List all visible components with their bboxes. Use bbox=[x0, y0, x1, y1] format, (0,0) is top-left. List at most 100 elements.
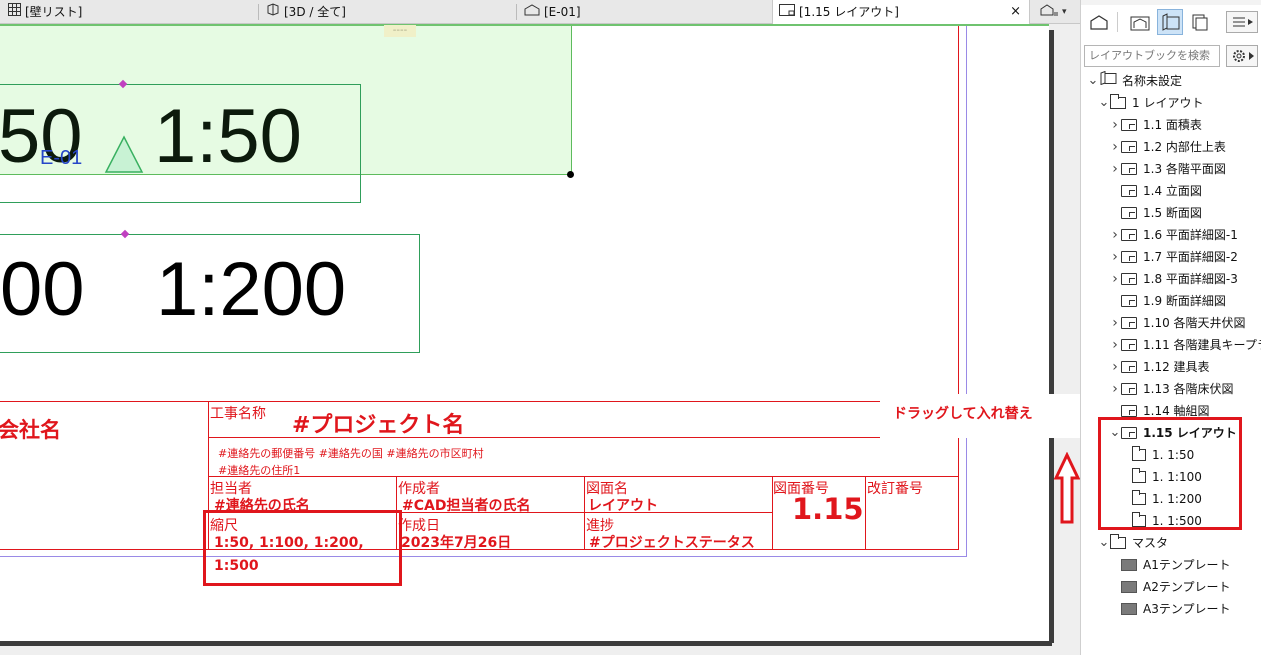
tab-label: [3D / 全て] bbox=[284, 5, 346, 19]
tree-item[interactable]: › 1.1 面積表 bbox=[1109, 114, 1202, 136]
progress-value: #プロジェクトステータス bbox=[589, 535, 755, 551]
tree-item-label: 1.9 断面詳細図 bbox=[1143, 294, 1226, 308]
layout-page-icon bbox=[1121, 141, 1137, 153]
tab-elevation[interactable]: [E-01] bbox=[518, 0, 773, 24]
drag-instruction-text: ドラッグして入れ替え bbox=[893, 406, 1033, 422]
chevron-down-icon[interactable]: ⌄ bbox=[1098, 96, 1110, 110]
elevation-icon bbox=[1040, 0, 1058, 24]
tree-item[interactable]: A1テンプレート bbox=[1109, 554, 1230, 576]
up-arrow-icon bbox=[1054, 452, 1080, 524]
title-block-line bbox=[865, 476, 866, 550]
chevron-right-icon[interactable]: › bbox=[1109, 334, 1121, 356]
chevron-right-icon[interactable]: › bbox=[1109, 356, 1121, 378]
layout-book-icon bbox=[1099, 70, 1117, 92]
print-area-line bbox=[966, 26, 967, 556]
chevron-right-icon[interactable]: › bbox=[1109, 224, 1121, 246]
tree-item[interactable]: › 1.11 各階建具キープラ bbox=[1109, 334, 1261, 356]
master-layout-icon bbox=[1121, 581, 1137, 593]
layout-page-icon bbox=[1121, 185, 1137, 197]
folder-icon bbox=[1110, 534, 1126, 549]
layout-icon bbox=[779, 0, 795, 24]
gear-icon bbox=[1232, 50, 1245, 62]
tree-item[interactable]: ⌄ 名称未設定 bbox=[1087, 70, 1182, 92]
search-input[interactable]: レイアウトブックを検索 bbox=[1084, 45, 1220, 67]
tree-item[interactable]: › 1.2 内部仕上表 bbox=[1109, 136, 1226, 158]
tree-item[interactable]: 1.4 立面図 bbox=[1109, 180, 1202, 202]
tree-item[interactable]: › 1.6 平面詳細図-1 bbox=[1109, 224, 1238, 246]
view-map-icon[interactable] bbox=[1127, 9, 1153, 35]
work-name-label: 工事名称 bbox=[210, 406, 266, 422]
address-line-1: #連絡先の郵便番号 #連絡先の国 #連絡先の市区町村 bbox=[218, 447, 484, 460]
chevron-down-icon[interactable]: ⌄ bbox=[1087, 74, 1099, 88]
tab-3d[interactable]: [3D / 全て] bbox=[260, 0, 515, 24]
drawing-name-value: レイアウト bbox=[588, 498, 658, 514]
close-icon[interactable]: × bbox=[1010, 0, 1021, 24]
tree-item-label: 1.3 各階平面図 bbox=[1143, 162, 1226, 176]
layout-page-icon bbox=[1121, 405, 1137, 417]
search-settings-button[interactable] bbox=[1226, 45, 1258, 67]
tree-item-label: A2テンプレート bbox=[1143, 580, 1231, 594]
tab-wall-list[interactable]: [壁リスト] bbox=[2, 0, 257, 24]
layout-page-icon bbox=[1121, 119, 1137, 131]
publisher-sets-icon[interactable] bbox=[1187, 9, 1213, 35]
author-value: #CAD担当者の氏名 bbox=[402, 498, 531, 514]
selection-handle[interactable] bbox=[567, 171, 574, 178]
chevron-down-icon[interactable]: ⌄ bbox=[1098, 536, 1110, 550]
tab-label: [1.15 レイアウト] bbox=[799, 5, 899, 19]
panel-menu-button[interactable] bbox=[1226, 11, 1258, 33]
tab-overflow[interactable]: ▾ bbox=[1034, 0, 1080, 24]
tree-item-label: 1.7 平面詳細図-2 bbox=[1143, 250, 1238, 264]
tree-item[interactable]: › 1.3 各階平面図 bbox=[1109, 158, 1226, 180]
scale-text-left: 00 bbox=[0, 247, 85, 332]
layout-page-icon bbox=[1121, 163, 1137, 175]
layout-page-icon bbox=[1121, 339, 1137, 351]
view-tab-bar: [壁リスト] [3D / 全て] [E-01] [1.15 レイアウト] × ▾ bbox=[0, 0, 1080, 24]
tree-item-label: マスタ bbox=[1132, 536, 1169, 550]
layout-page-icon bbox=[1121, 273, 1137, 285]
chevron-right-icon[interactable]: › bbox=[1109, 312, 1121, 334]
cube-icon bbox=[266, 0, 280, 24]
layout-page-icon bbox=[1121, 251, 1137, 263]
sheet-margin-line bbox=[958, 26, 959, 550]
tree-item[interactable]: › 1.8 平面詳細図-3 bbox=[1109, 268, 1238, 290]
tab-label: [壁リスト] bbox=[25, 5, 83, 19]
tab-layout-active[interactable]: [1.15 レイアウト] × bbox=[772, 0, 1030, 24]
elevation-triangle-icon[interactable] bbox=[104, 134, 144, 174]
tab-divider bbox=[516, 4, 517, 20]
archicad-window: [壁リスト] [3D / 全て] [E-01] [1.15 レイアウト] × ▾ bbox=[0, 0, 1261, 655]
tree-item[interactable]: › 1.12 建具表 bbox=[1109, 356, 1210, 378]
tree-item-label: 1.12 建具表 bbox=[1143, 360, 1210, 374]
chevron-right-icon[interactable]: › bbox=[1109, 114, 1121, 136]
elevation-marker-label: E-01 bbox=[40, 147, 83, 169]
tree-item[interactable]: A2テンプレート bbox=[1109, 576, 1230, 598]
scale-text-right: 1:50 bbox=[154, 94, 302, 179]
layout-page-icon bbox=[1121, 383, 1137, 395]
layout-book-icon[interactable] bbox=[1157, 9, 1183, 35]
chevron-right-icon[interactable]: › bbox=[1109, 158, 1121, 180]
master-layout-icon bbox=[1121, 559, 1137, 571]
address-line-2: #連絡先の住所1 bbox=[218, 464, 301, 477]
chevron-down-icon[interactable]: ▾ bbox=[1062, 0, 1067, 24]
elevation-icon bbox=[524, 0, 540, 24]
tree-item[interactable]: ⌄ 1 レイアウト bbox=[1098, 92, 1203, 114]
tree-item-label: 1.1 面積表 bbox=[1143, 118, 1202, 132]
paper-shadow bbox=[0, 641, 1052, 646]
tree-item[interactable]: 1.5 断面図 bbox=[1109, 202, 1202, 224]
chevron-right-icon[interactable]: › bbox=[1109, 268, 1121, 290]
tree-item[interactable]: A3テンプレート bbox=[1109, 598, 1230, 620]
tree-item[interactable]: › 1.7 平面詳細図-2 bbox=[1109, 246, 1238, 268]
panel-top-strip bbox=[1081, 0, 1261, 5]
tree-item[interactable]: ⌄ マスタ bbox=[1098, 532, 1168, 554]
chevron-right-icon[interactable]: › bbox=[1109, 246, 1121, 268]
tree-item-label: 1.10 各階天井伏図 bbox=[1143, 316, 1246, 330]
tab-divider bbox=[258, 4, 259, 20]
tree-item[interactable]: 1.9 断面詳細図 bbox=[1109, 290, 1226, 312]
chevron-right-icon[interactable]: › bbox=[1109, 136, 1121, 158]
layout-page-icon bbox=[1121, 207, 1137, 219]
chevron-right-icon[interactable]: › bbox=[1109, 378, 1121, 400]
tree-item[interactable]: › 1.13 各階床伏図 bbox=[1109, 378, 1233, 400]
tree-item[interactable]: › 1.10 各階天井伏図 bbox=[1109, 312, 1246, 334]
tree-item-label: 1 レイアウト bbox=[1132, 96, 1204, 110]
company-name: 会社名 bbox=[0, 418, 61, 442]
project-map-icon[interactable] bbox=[1086, 9, 1112, 35]
